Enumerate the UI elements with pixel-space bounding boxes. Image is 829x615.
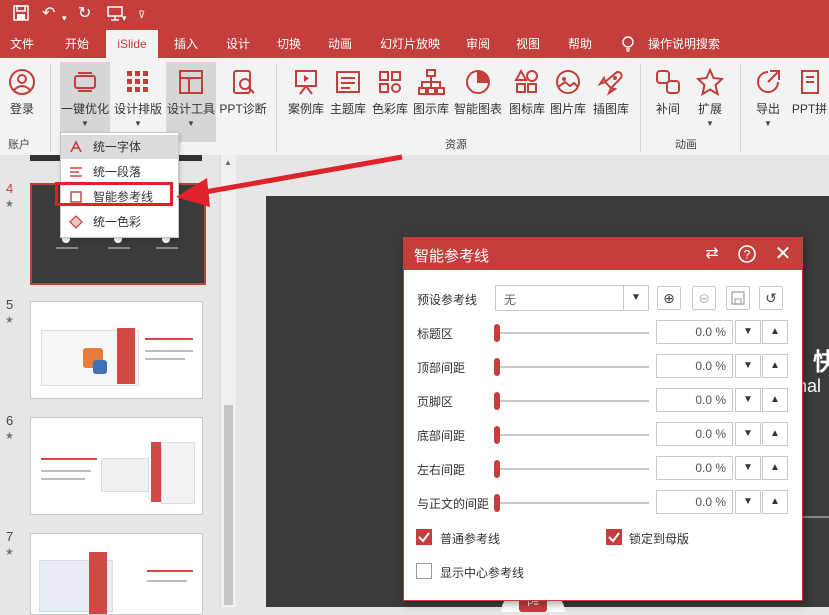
remove-preset-button[interactable]: ⊖ [692, 286, 716, 310]
increase-button[interactable]: ▲ [762, 320, 788, 344]
preset-guides-select[interactable]: 无 ▼ [495, 285, 649, 311]
value-input[interactable]: 0.0 % [656, 354, 733, 378]
close-icon[interactable]: ✕ [773, 244, 793, 264]
guide-row-side-margin: 左右间距 0.0 % ▼ ▲ [404, 454, 802, 484]
decrease-button[interactable]: ▼ [735, 490, 761, 514]
check-icon [608, 532, 620, 543]
guide-row-footer-area: 页脚区 0.0 % ▼ ▲ [404, 386, 802, 416]
slider-knob[interactable] [494, 324, 500, 342]
slider-knob[interactable] [494, 358, 500, 376]
preset-guides-label: 预设参考线 [417, 293, 478, 307]
value-input[interactable]: 0.0 % [656, 320, 733, 344]
guide-row-body-spacing: 与正文的间距 0.0 % ▼ ▲ [404, 488, 802, 518]
guide-row-title-area: 标题区 0.0 % ▼ ▲ [404, 318, 802, 348]
decrease-button[interactable]: ▼ [735, 320, 761, 344]
dialog-header: 智能参考线 ⇄ ? ✕ [404, 238, 802, 270]
decrease-button[interactable]: ▼ [735, 422, 761, 446]
normal-guides-checkbox[interactable] [416, 529, 432, 545]
add-preset-button[interactable]: ⊕ [657, 286, 681, 310]
value-input[interactable]: 0.0 % [656, 490, 733, 514]
chevron-down-icon: ▼ [623, 286, 648, 310]
value-input[interactable]: 0.0 % [656, 422, 733, 446]
center-guides-checkbox[interactable] [416, 563, 432, 579]
increase-button[interactable]: ▲ [762, 354, 788, 378]
slider-knob[interactable] [494, 460, 500, 478]
center-guides-label: 显示中心参考线 [440, 566, 525, 580]
check-icon [418, 532, 430, 543]
decrease-button[interactable]: ▼ [735, 388, 761, 412]
slider-knob[interactable] [494, 392, 500, 410]
save-preset-button[interactable] [726, 286, 750, 310]
help-icon[interactable]: ? [737, 244, 757, 264]
value-input[interactable]: 0.0 % [656, 388, 733, 412]
guide-row-top-margin: 顶部间距 0.0 % ▼ ▲ [404, 352, 802, 382]
reset-button[interactable]: ↺ [759, 286, 783, 310]
lock-to-master-label: 锁定到母版 [629, 532, 690, 546]
increase-button[interactable]: ▲ [762, 456, 788, 480]
svg-text:?: ? [744, 248, 751, 262]
guide-row-bottom-margin: 底部间距 0.0 % ▼ ▲ [404, 420, 802, 450]
decrease-button[interactable]: ▼ [735, 456, 761, 480]
increase-button[interactable]: ▲ [762, 422, 788, 446]
value-input[interactable]: 0.0 % [656, 456, 733, 480]
lock-to-master-checkbox[interactable] [606, 529, 622, 545]
normal-guides-label: 普通参考线 [440, 532, 501, 546]
slider-knob[interactable] [494, 426, 500, 444]
increase-button[interactable]: ▲ [762, 490, 788, 514]
increase-button[interactable]: ▲ [762, 388, 788, 412]
dialog-title: 智能参考线 [414, 248, 490, 265]
swap-icon[interactable]: ⇄ [702, 244, 722, 264]
decrease-button[interactable]: ▼ [735, 354, 761, 378]
slider-knob[interactable] [494, 494, 500, 512]
smart-guides-dialog: 智能参考线 ⇄ ? ✕ 预设参考线 无 ▼ ⊕ ⊖ ↺ 标题区 0.0 % ▼ … [403, 237, 803, 601]
